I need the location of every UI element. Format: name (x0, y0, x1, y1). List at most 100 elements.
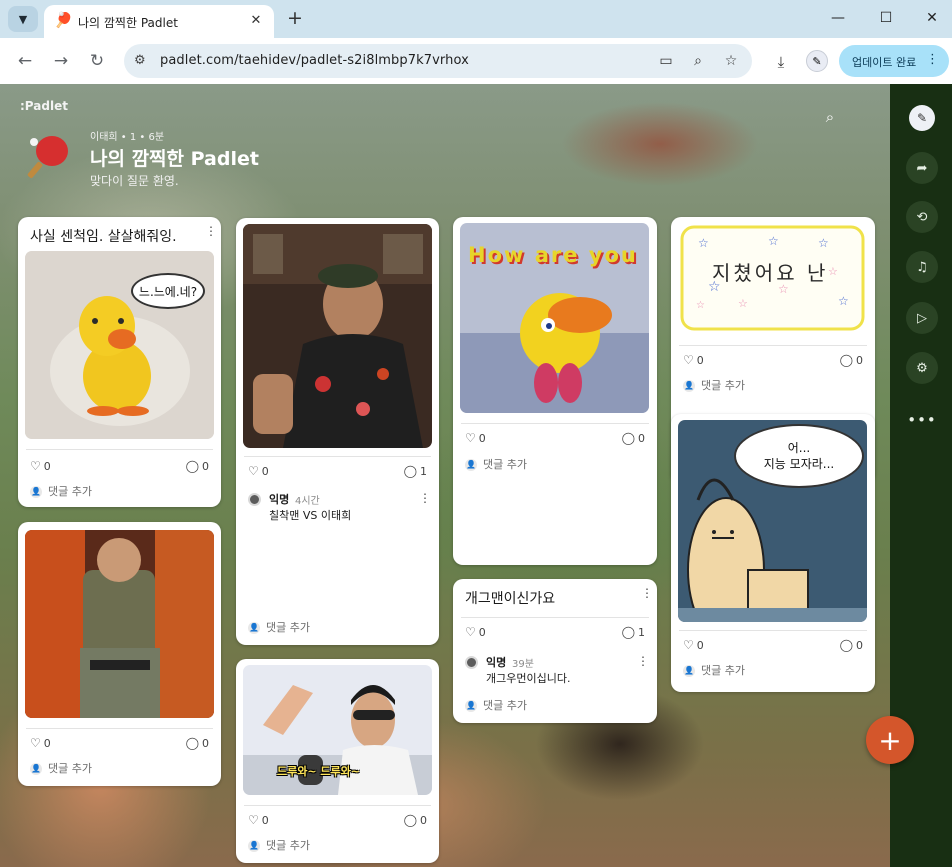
search-icon[interactable]: ⌕ (820, 107, 840, 127)
post-menu-icon[interactable]: ⋮ (205, 223, 217, 239)
zoom-icon[interactable]: ⌕ (688, 51, 708, 71)
divider (679, 630, 867, 631)
comment-text: 칠착맨 VS 이태희 (269, 509, 352, 522)
drawing-image[interactable]: ☆ ☆ ☆ ☆ ☆ ☆ ☆ ☆ ☆ 지쳤어요 난 (678, 223, 867, 333)
comment-count-button[interactable]: ◯ 1 (622, 625, 645, 639)
svg-text:☆: ☆ (696, 300, 705, 311)
add-comment-label: 댓글 추가 (48, 485, 92, 498)
add-comment[interactable]: 👤 댓글 추가 (30, 760, 92, 776)
comment-count-button[interactable]: ◯ 0 (622, 431, 645, 445)
minimize-button[interactable]: — (818, 6, 858, 30)
remake-button[interactable]: ⟲ (906, 201, 938, 233)
drool-image[interactable]: 드루와~ 드루와~ (243, 665, 432, 795)
comic-image[interactable]: 어... 지능 모자라... (678, 420, 867, 622)
post-card[interactable]: ⋮ 어... 지능 모자라... ♡0 ◯0 👤댓글 추가 (671, 414, 875, 692)
post-card[interactable]: ⋮ How are you ♡0 ◯0 👤댓글 추가 (453, 217, 657, 565)
like-button[interactable]: ♡ 0 (248, 813, 269, 827)
add-comment[interactable]: 👤 댓글 추가 (30, 483, 92, 499)
comment-count-button[interactable]: ◯ 0 (404, 813, 427, 827)
like-button[interactable]: ♡ 0 (465, 431, 486, 445)
comment-item: 익명 4시간 칠착맨 VS 이태희 ⋮ (248, 491, 433, 522)
new-tab-button[interactable]: + (284, 6, 306, 30)
add-comment[interactable]: 👤 댓글 추가 (248, 619, 310, 635)
add-comment[interactable]: 👤 댓글 추가 (465, 456, 527, 472)
update-button[interactable]: 업데이트 완료 ⋮ (839, 45, 949, 77)
slideshow-button[interactable]: ▷ (906, 302, 938, 334)
url-text[interactable]: padlet.com/taehidev/padlet-s2i8lmbp7k7vr… (160, 53, 469, 68)
more-icon[interactable]: ⋮ (926, 52, 939, 67)
download-icon[interactable]: ⤓ (770, 51, 792, 73)
add-post-button[interactable]: + (866, 716, 914, 764)
add-comment[interactable]: 👤 댓글 추가 (465, 697, 527, 713)
comment-icon: ◯ (839, 353, 853, 367)
divider (244, 456, 431, 457)
tab-search-button[interactable]: ▼ (8, 6, 38, 32)
padlet-logo[interactable]: :Padlet (20, 99, 68, 113)
plus-icon: + (878, 723, 902, 757)
tweety-image[interactable]: How are you (460, 223, 649, 413)
divider (679, 345, 867, 346)
post-card[interactable]: ⋮ ♡0 ◯0 👤댓글 추가 (18, 522, 221, 786)
add-comment[interactable]: 👤 댓글 추가 (683, 662, 745, 678)
duck-image[interactable]: 느.느에.네? (25, 251, 214, 439)
like-button[interactable]: ♡ 0 (683, 638, 704, 652)
bus-seat-image[interactable] (25, 530, 214, 718)
update-label: 업데이트 완료 (852, 56, 917, 69)
comment-count-button[interactable]: ◯ 0 (186, 736, 209, 750)
like-count: 0 (43, 737, 51, 750)
forward-button[interactable]: → (48, 48, 74, 74)
post-card[interactable]: ⋮ ♡0 ◯1 익명 4시간 칠착맨 VS 이태희 ⋮ (236, 218, 439, 645)
post-title: 사실 센척임. 살살해줘잉. (30, 229, 177, 245)
star-icon[interactable]: ☆ (721, 51, 741, 71)
maximize-button[interactable]: ☐ (866, 6, 906, 30)
like-button[interactable]: ♡ 0 (30, 736, 51, 750)
user-icon: 👤 (248, 840, 260, 852)
page-title[interactable]: 나의 깜찍한 Padlet (90, 144, 259, 171)
install-icon[interactable]: ▭ (656, 51, 676, 71)
post-card[interactable]: 사실 센척임. 살살해줘잉. ⋮ 느.느에.네? ♡ 0 ◯ 0 👤 댓글 추가 (18, 217, 221, 507)
comment-menu-icon[interactable]: ⋮ (637, 654, 649, 668)
like-button[interactable]: ♡ 0 (683, 353, 704, 367)
profile-avatar[interactable]: ✎ (909, 105, 935, 131)
notifications-button[interactable]: ♫ (906, 251, 938, 283)
more-icon[interactable]: ••• (906, 410, 938, 430)
post-card[interactable]: 개그맨이신가요 ⋮ ♡ 0 ◯ 1 익명 39분 개그우먼이십니다. ⋮ 👤 댓글 추… (453, 579, 657, 723)
like-count: 0 (478, 626, 486, 639)
comment-count-button[interactable]: ◯ 0 (840, 638, 863, 652)
comment-menu-icon[interactable]: ⋮ (419, 491, 431, 505)
reload-button[interactable]: ↻ (84, 48, 110, 74)
browser-toolbar: ← → ↻ ⚙ padlet.com/taehidev/padlet-s2i8l… (0, 38, 952, 84)
like-button[interactable]: ♡ 0 (30, 459, 51, 473)
add-comment-label: 댓글 추가 (483, 458, 527, 471)
active-tab[interactable]: 🏓 나의 깜찍한 Padlet ✕ (44, 5, 274, 38)
back-button[interactable]: ← (12, 48, 38, 74)
like-button[interactable]: ♡ 0 (248, 464, 269, 478)
address-bar[interactable]: ⚙ padlet.com/taehidev/padlet-s2i8lmbp7k7… (124, 44, 752, 78)
settings-button[interactable]: ⚙ (906, 352, 938, 384)
comment-count-button[interactable]: ◯ 1 (404, 464, 427, 478)
comment-count-button[interactable]: ◯ 0 (840, 353, 863, 367)
svg-text:☆: ☆ (698, 236, 709, 250)
drawing-text: 지쳤어요 난 (712, 261, 829, 285)
comment-count: 0 (638, 432, 645, 445)
share-button[interactable]: ➦ (906, 152, 938, 184)
bell-icon: ♫ (916, 259, 928, 275)
site-info-icon[interactable]: ⚙ (134, 53, 146, 68)
user-icon: 👤 (248, 622, 260, 634)
speech-bubble: 느.느에.네? (131, 273, 205, 309)
add-comment[interactable]: 👤 댓글 추가 (248, 837, 310, 853)
add-comment[interactable]: 👤 댓글 추가 (683, 377, 745, 393)
comment-icon: ◯ (621, 625, 635, 639)
page-subtitle[interactable]: 맞다이 질문 환영. (90, 172, 179, 189)
speech-bubble: 어... 지능 모자라... (734, 424, 864, 488)
like-button[interactable]: ♡ 0 (465, 625, 486, 639)
post-menu-icon[interactable]: ⋮ (641, 585, 653, 601)
close-window-button[interactable]: ✕ (912, 6, 952, 30)
man-image[interactable] (243, 224, 432, 448)
post-card[interactable]: ⋮ 드루와~ 드루와~ ♡0 ◯0 👤댓글 추가 (236, 659, 439, 863)
svg-text:☆: ☆ (828, 265, 838, 278)
comment-count-button[interactable]: ◯ 0 (186, 459, 209, 473)
close-icon: ✕ (926, 10, 938, 26)
profile-icon[interactable]: ✎ (806, 50, 828, 72)
close-icon[interactable]: ✕ (246, 10, 266, 30)
